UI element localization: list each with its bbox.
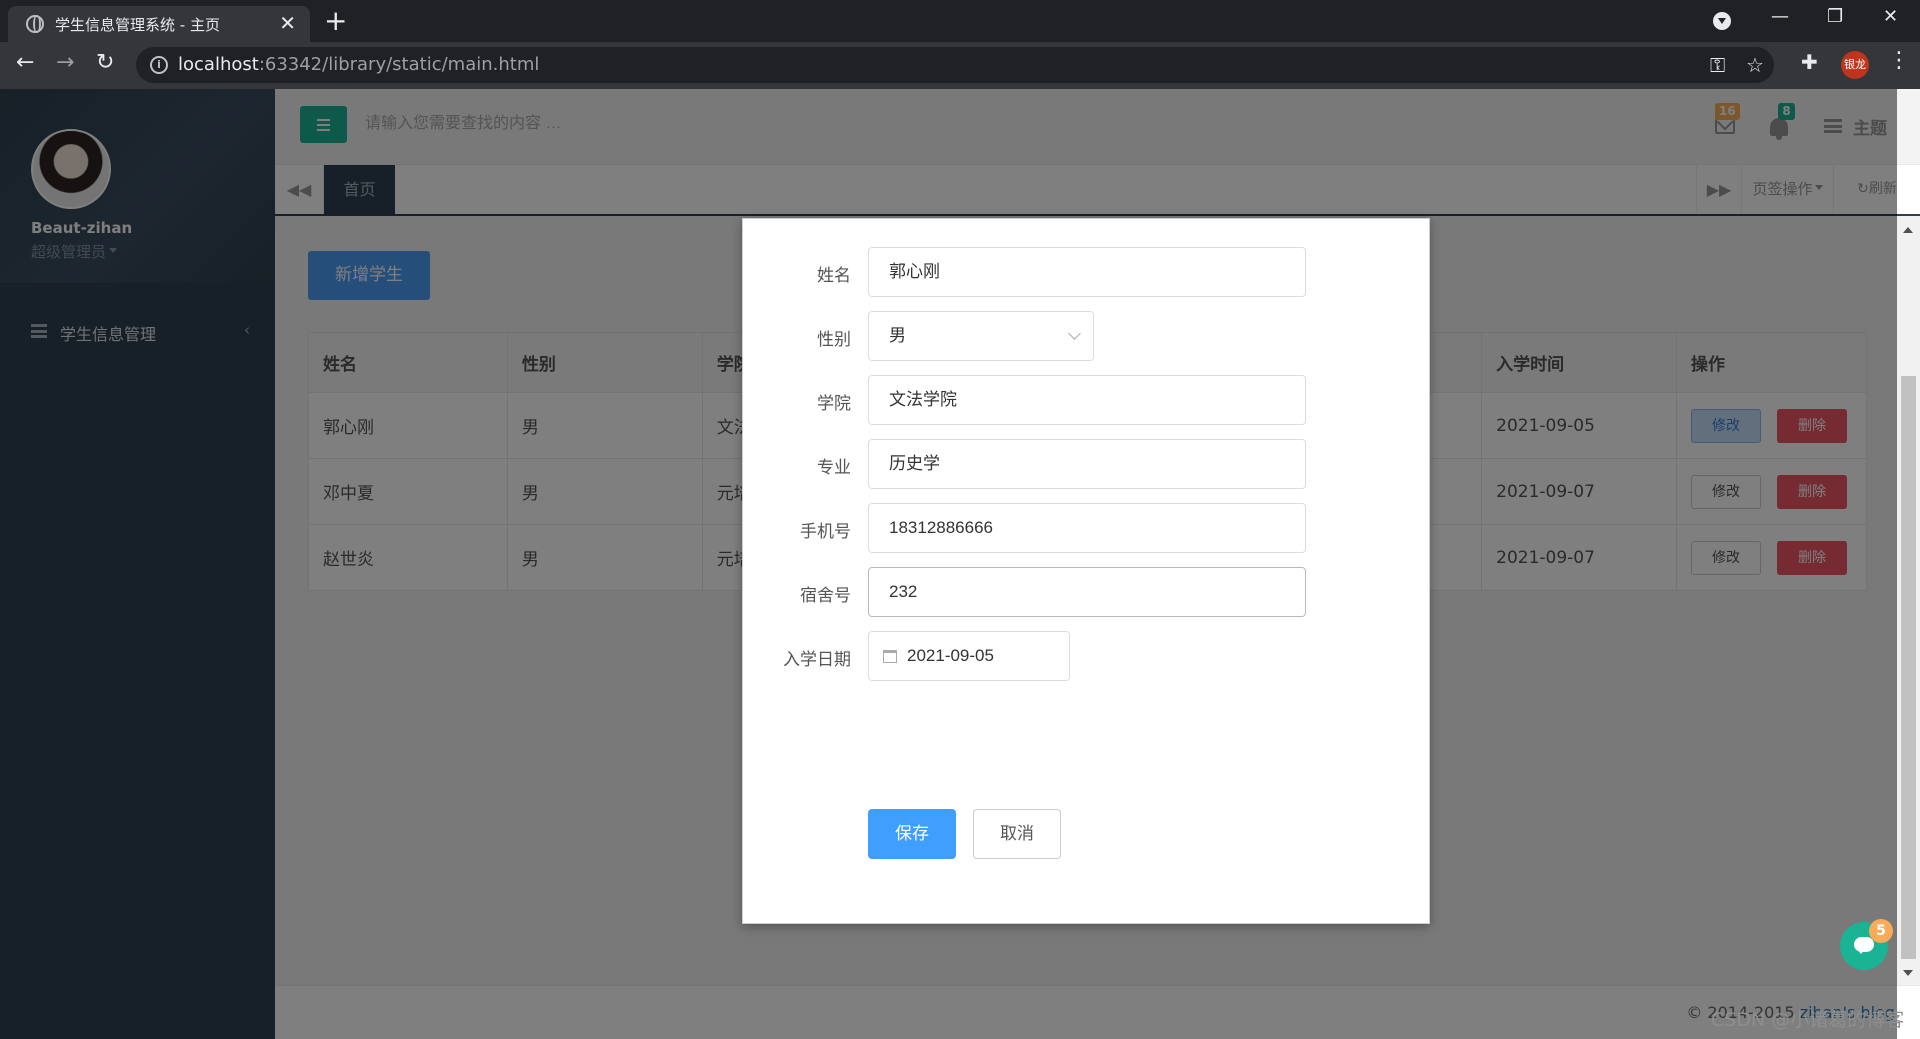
name-field[interactable]: 郭心刚	[868, 247, 1306, 297]
star-icon[interactable]: ☆	[1746, 53, 1764, 77]
reload-icon[interactable]: ↻	[96, 50, 114, 75]
content-scrollbar[interactable]	[1897, 216, 1920, 985]
browser-tab-strip: 学生信息管理系统 - 主页 ✕ + — ❐ ✕	[0, 0, 1920, 42]
address-bar[interactable]: i localhost:63342/library/static/main.ht…	[136, 47, 1774, 83]
date-label: 入学日期	[783, 650, 851, 670]
browser-tab[interactable]: 学生信息管理系统 - 主页 ✕	[8, 6, 310, 42]
gender-select[interactable]: 男	[868, 311, 1094, 361]
chat-count-badge: 5	[1869, 919, 1893, 943]
minimize-icon[interactable]: —	[1771, 6, 1789, 27]
info-icon[interactable]: i	[150, 56, 168, 74]
save-button[interactable]: 保存	[868, 809, 956, 859]
new-tab-icon[interactable]: +	[324, 4, 347, 37]
college-label: 学院	[817, 394, 851, 414]
chat-icon	[1854, 937, 1874, 954]
forward-icon[interactable]: →	[56, 50, 74, 75]
major-field[interactable]: 历史学	[868, 439, 1306, 489]
calendar-icon	[883, 650, 897, 663]
phone-field[interactable]: 18312886666	[868, 503, 1306, 553]
scroll-thumb[interactable]	[1901, 376, 1916, 959]
phone-label: 手机号	[800, 522, 851, 542]
tab-search-icon[interactable]	[1713, 12, 1731, 30]
browser-toolbar: ← → ↻ i localhost:63342/library/static/m…	[0, 42, 1920, 89]
browser-menu-icon[interactable]: ⋮	[1888, 48, 1910, 73]
key-icon[interactable]: ⚿	[1710, 53, 1725, 77]
url-text[interactable]: localhost:63342/library/static/main.html	[178, 54, 539, 75]
close-tab-icon[interactable]: ✕	[279, 11, 296, 35]
date-picker[interactable]: 2021-09-05	[868, 631, 1070, 681]
major-label: 专业	[817, 458, 851, 478]
dorm-field[interactable]: 232	[868, 567, 1306, 617]
college-field[interactable]: 文法学院	[868, 375, 1306, 425]
name-label: 姓名	[817, 266, 851, 286]
cancel-button[interactable]: 取消	[973, 809, 1061, 859]
scroll-down-icon[interactable]	[1903, 970, 1913, 981]
browser-tab-title: 学生信息管理系统 - 主页	[55, 16, 220, 34]
watermark: CSDN @小诸葛的博客	[1711, 1009, 1905, 1031]
edit-student-dialog: 姓名 郭心刚 性别 男 学院 文法学院 专业 历史学 手机号 183128866…	[742, 218, 1430, 924]
scroll-up-icon[interactable]	[1903, 222, 1913, 233]
globe-icon	[26, 15, 44, 33]
gender-label: 性别	[817, 330, 851, 350]
profile-avatar[interactable]: 银龙	[1841, 51, 1869, 79]
window-close-icon[interactable]: ✕	[1883, 6, 1898, 27]
restore-icon[interactable]: ❐	[1827, 6, 1843, 27]
dorm-label: 宿舍号	[800, 586, 851, 606]
extensions-icon[interactable]: ✚	[1801, 50, 1818, 74]
back-icon[interactable]: ←	[16, 50, 34, 75]
